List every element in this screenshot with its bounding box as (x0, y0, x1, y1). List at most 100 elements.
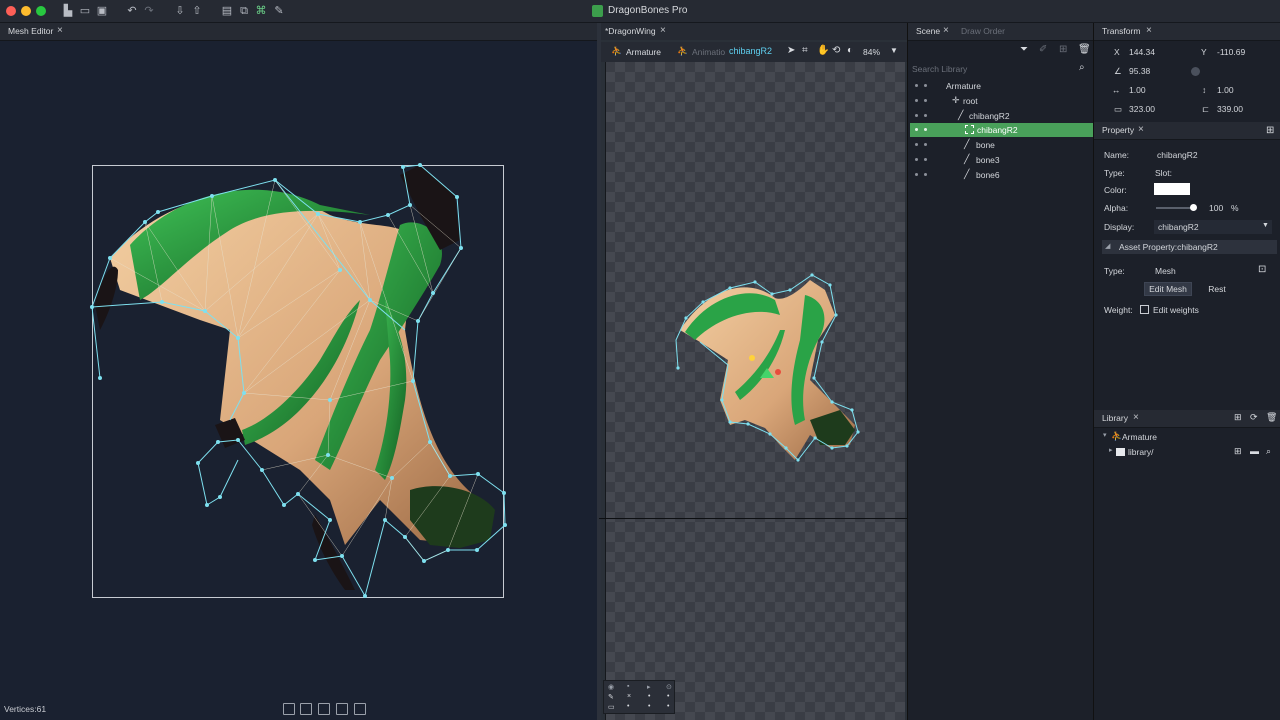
tree-item-bone6[interactable]: ╱ bone6 (908, 168, 1093, 182)
add-bone-icon[interactable]: ✐ (1039, 44, 1047, 55)
alpha-value[interactable]: 100 (1209, 203, 1223, 213)
stage-tool-palette[interactable]: ◉ ▪ ▸ ⊙ ✎ × • • ▭ • • • (603, 680, 675, 714)
cross-icon[interactable]: × (627, 693, 631, 700)
name-value[interactable]: chibangR2 (1157, 150, 1198, 160)
add-slot-icon[interactable]: ⊞ (1059, 44, 1067, 55)
tree-item-root[interactable]: ✛ root (908, 94, 1093, 108)
x-label: X (1114, 47, 1120, 57)
hand-tool-icon[interactable]: ✋ (817, 45, 829, 56)
dot-icon[interactable]: • (648, 693, 650, 700)
inspector-panel: Transform × X 144.34 Y -110.69 ∠ 95.38 ↔… (1093, 23, 1280, 720)
tree-item-armature[interactable]: Armature (908, 79, 1093, 93)
x-value[interactable]: 144.34 (1129, 47, 1155, 57)
search-library-field[interactable]: Search Library ⌕ (910, 61, 1092, 76)
animation-mode-icon[interactable]: ⛹ (677, 46, 688, 57)
selected-slot-label: chibangR2 (729, 46, 773, 56)
dot-icon[interactable]: • (667, 693, 669, 700)
tab-library[interactable]: Library (1102, 413, 1128, 423)
search-icon[interactable]: ⌕ (1079, 62, 1085, 73)
mesh-edit-tool-icon[interactable] (283, 703, 295, 715)
scale-x-value[interactable]: 1.00 (1129, 85, 1146, 95)
tab-scene[interactable]: Scene (916, 26, 940, 36)
edit-weights-checkbox[interactable] (1140, 305, 1149, 314)
add-file-icon[interactable]: ⊞ (1234, 446, 1242, 457)
tree-item-chibangr2-bone[interactable]: ╱ chibangR2 (908, 109, 1093, 123)
alpha-slider-handle[interactable] (1190, 204, 1197, 211)
display-select[interactable]: chibangR2 ▼ (1154, 220, 1272, 234)
link-icon[interactable]: ⊙ (666, 683, 672, 691)
transform-tool-icon[interactable]: ⌗ (802, 45, 808, 56)
animation-mode-tab[interactable]: Animatio (692, 47, 725, 57)
square-icon[interactable]: ▭ (608, 703, 615, 711)
tab-draw-order[interactable]: Draw Order (961, 26, 1005, 36)
display-select-value: chibangR2 (1158, 222, 1199, 232)
dot-icon[interactable]: • (648, 703, 650, 710)
filter-icon[interactable]: ⏷ (1020, 44, 1028, 55)
asset-property-title: Asset Property:chibangR2 (1119, 242, 1218, 252)
zoom-dropdown-icon[interactable]: ▼ (890, 46, 898, 55)
dot-icon[interactable]: • (627, 703, 629, 710)
pointer-icon[interactable]: ▸ (647, 683, 651, 691)
tab-property[interactable]: Property (1102, 125, 1134, 135)
generate-mesh-icon[interactable] (354, 703, 366, 715)
vertices-count: Vertices:61 (4, 704, 47, 714)
delete-icon[interactable]: 🗑 (1078, 44, 1091, 55)
alpha-unit: % (1231, 203, 1239, 213)
tab-transform[interactable]: Transform (1102, 26, 1140, 36)
color-swatch[interactable] (1154, 183, 1190, 195)
select-vertex-icon[interactable] (318, 703, 330, 715)
height-value[interactable]: 339.00 (1217, 104, 1243, 114)
close-icon[interactable]: × (943, 25, 949, 36)
rotate-tool-icon[interactable]: ⟲ (832, 45, 840, 56)
document-tab[interactable]: *DragonWing (605, 26, 656, 36)
expand-icon[interactable]: ⊞ (1266, 125, 1274, 136)
tree-item-label: chibangR2 (977, 125, 1018, 135)
bone-joint[interactable] (749, 355, 755, 361)
cursor-tool-icon[interactable]: ➤ (787, 45, 795, 56)
search-input[interactable]: Search Library (912, 64, 967, 74)
rest-button[interactable]: Rest (1197, 282, 1237, 296)
add-vertex-icon[interactable] (300, 703, 312, 715)
library-item-armature[interactable]: ▾ ⛹ Armature (1094, 430, 1279, 444)
image-icon[interactable]: ⊡ (1258, 264, 1266, 275)
close-icon[interactable]: × (1133, 412, 1139, 423)
y-value[interactable]: -110.69 (1217, 47, 1245, 57)
brush-icon[interactable]: ✎ (608, 693, 614, 701)
library-item-folder[interactable]: ▸ library/ ⊞ ▬ ⌕ (1094, 445, 1279, 459)
tree-item-label: bone (976, 140, 995, 150)
close-icon[interactable]: × (1146, 25, 1152, 36)
lock-icon[interactable]: ▪ (627, 683, 629, 690)
tree-item-bone[interactable]: ╱ bone (908, 138, 1093, 152)
rotation-icon: ∠ (1114, 66, 1122, 76)
add-folder-icon[interactable]: ▬ (1250, 446, 1259, 456)
library-item-label: library/ (1128, 447, 1154, 457)
scale-y-icon: ↕ (1202, 85, 1207, 95)
armature-mode-tab[interactable]: Armature (626, 47, 661, 57)
wing-mesh-artwork[interactable] (0, 0, 600, 720)
armature-mode-icon[interactable]: ⛹ (611, 46, 622, 57)
rotation-value[interactable]: 95.38 (1129, 66, 1150, 76)
eye-icon[interactable]: ◉ (608, 683, 614, 691)
width-value[interactable]: 323.00 (1129, 104, 1155, 114)
onion-skin-icon[interactable]: ◐ (847, 45, 853, 56)
asset-property-header[interactable]: ◢ Asset Property:chibangR2 (1102, 240, 1277, 254)
library-item-label: Armature (1122, 432, 1157, 442)
pen-tool-icon[interactable] (336, 703, 348, 715)
import-asset-icon[interactable]: ⊞ (1234, 412, 1242, 423)
scale-y-value[interactable]: 1.00 (1217, 85, 1234, 95)
alpha-slider[interactable] (1156, 207, 1194, 209)
tree-item-label: chibangR2 (969, 111, 1010, 121)
search-icon[interactable]: ⌕ (1266, 446, 1271, 457)
close-icon[interactable]: × (1138, 124, 1144, 135)
edit-mesh-button[interactable]: Edit Mesh (1144, 282, 1192, 296)
rotation-knob[interactable] (1191, 67, 1200, 76)
tree-item-bone3[interactable]: ╱ bone3 (908, 153, 1093, 167)
dot-icon[interactable]: • (667, 703, 669, 710)
zoom-level[interactable]: 84% (863, 47, 880, 57)
refresh-icon[interactable]: ⟳ (1250, 412, 1258, 423)
close-icon[interactable]: × (660, 25, 666, 36)
bone-joint[interactable] (775, 369, 781, 375)
stage-wing-artwork[interactable] (600, 260, 870, 470)
tree-item-chibangr2-slot[interactable]: chibangR2 (910, 123, 1093, 137)
delete-icon[interactable]: 🗑 (1266, 412, 1277, 423)
